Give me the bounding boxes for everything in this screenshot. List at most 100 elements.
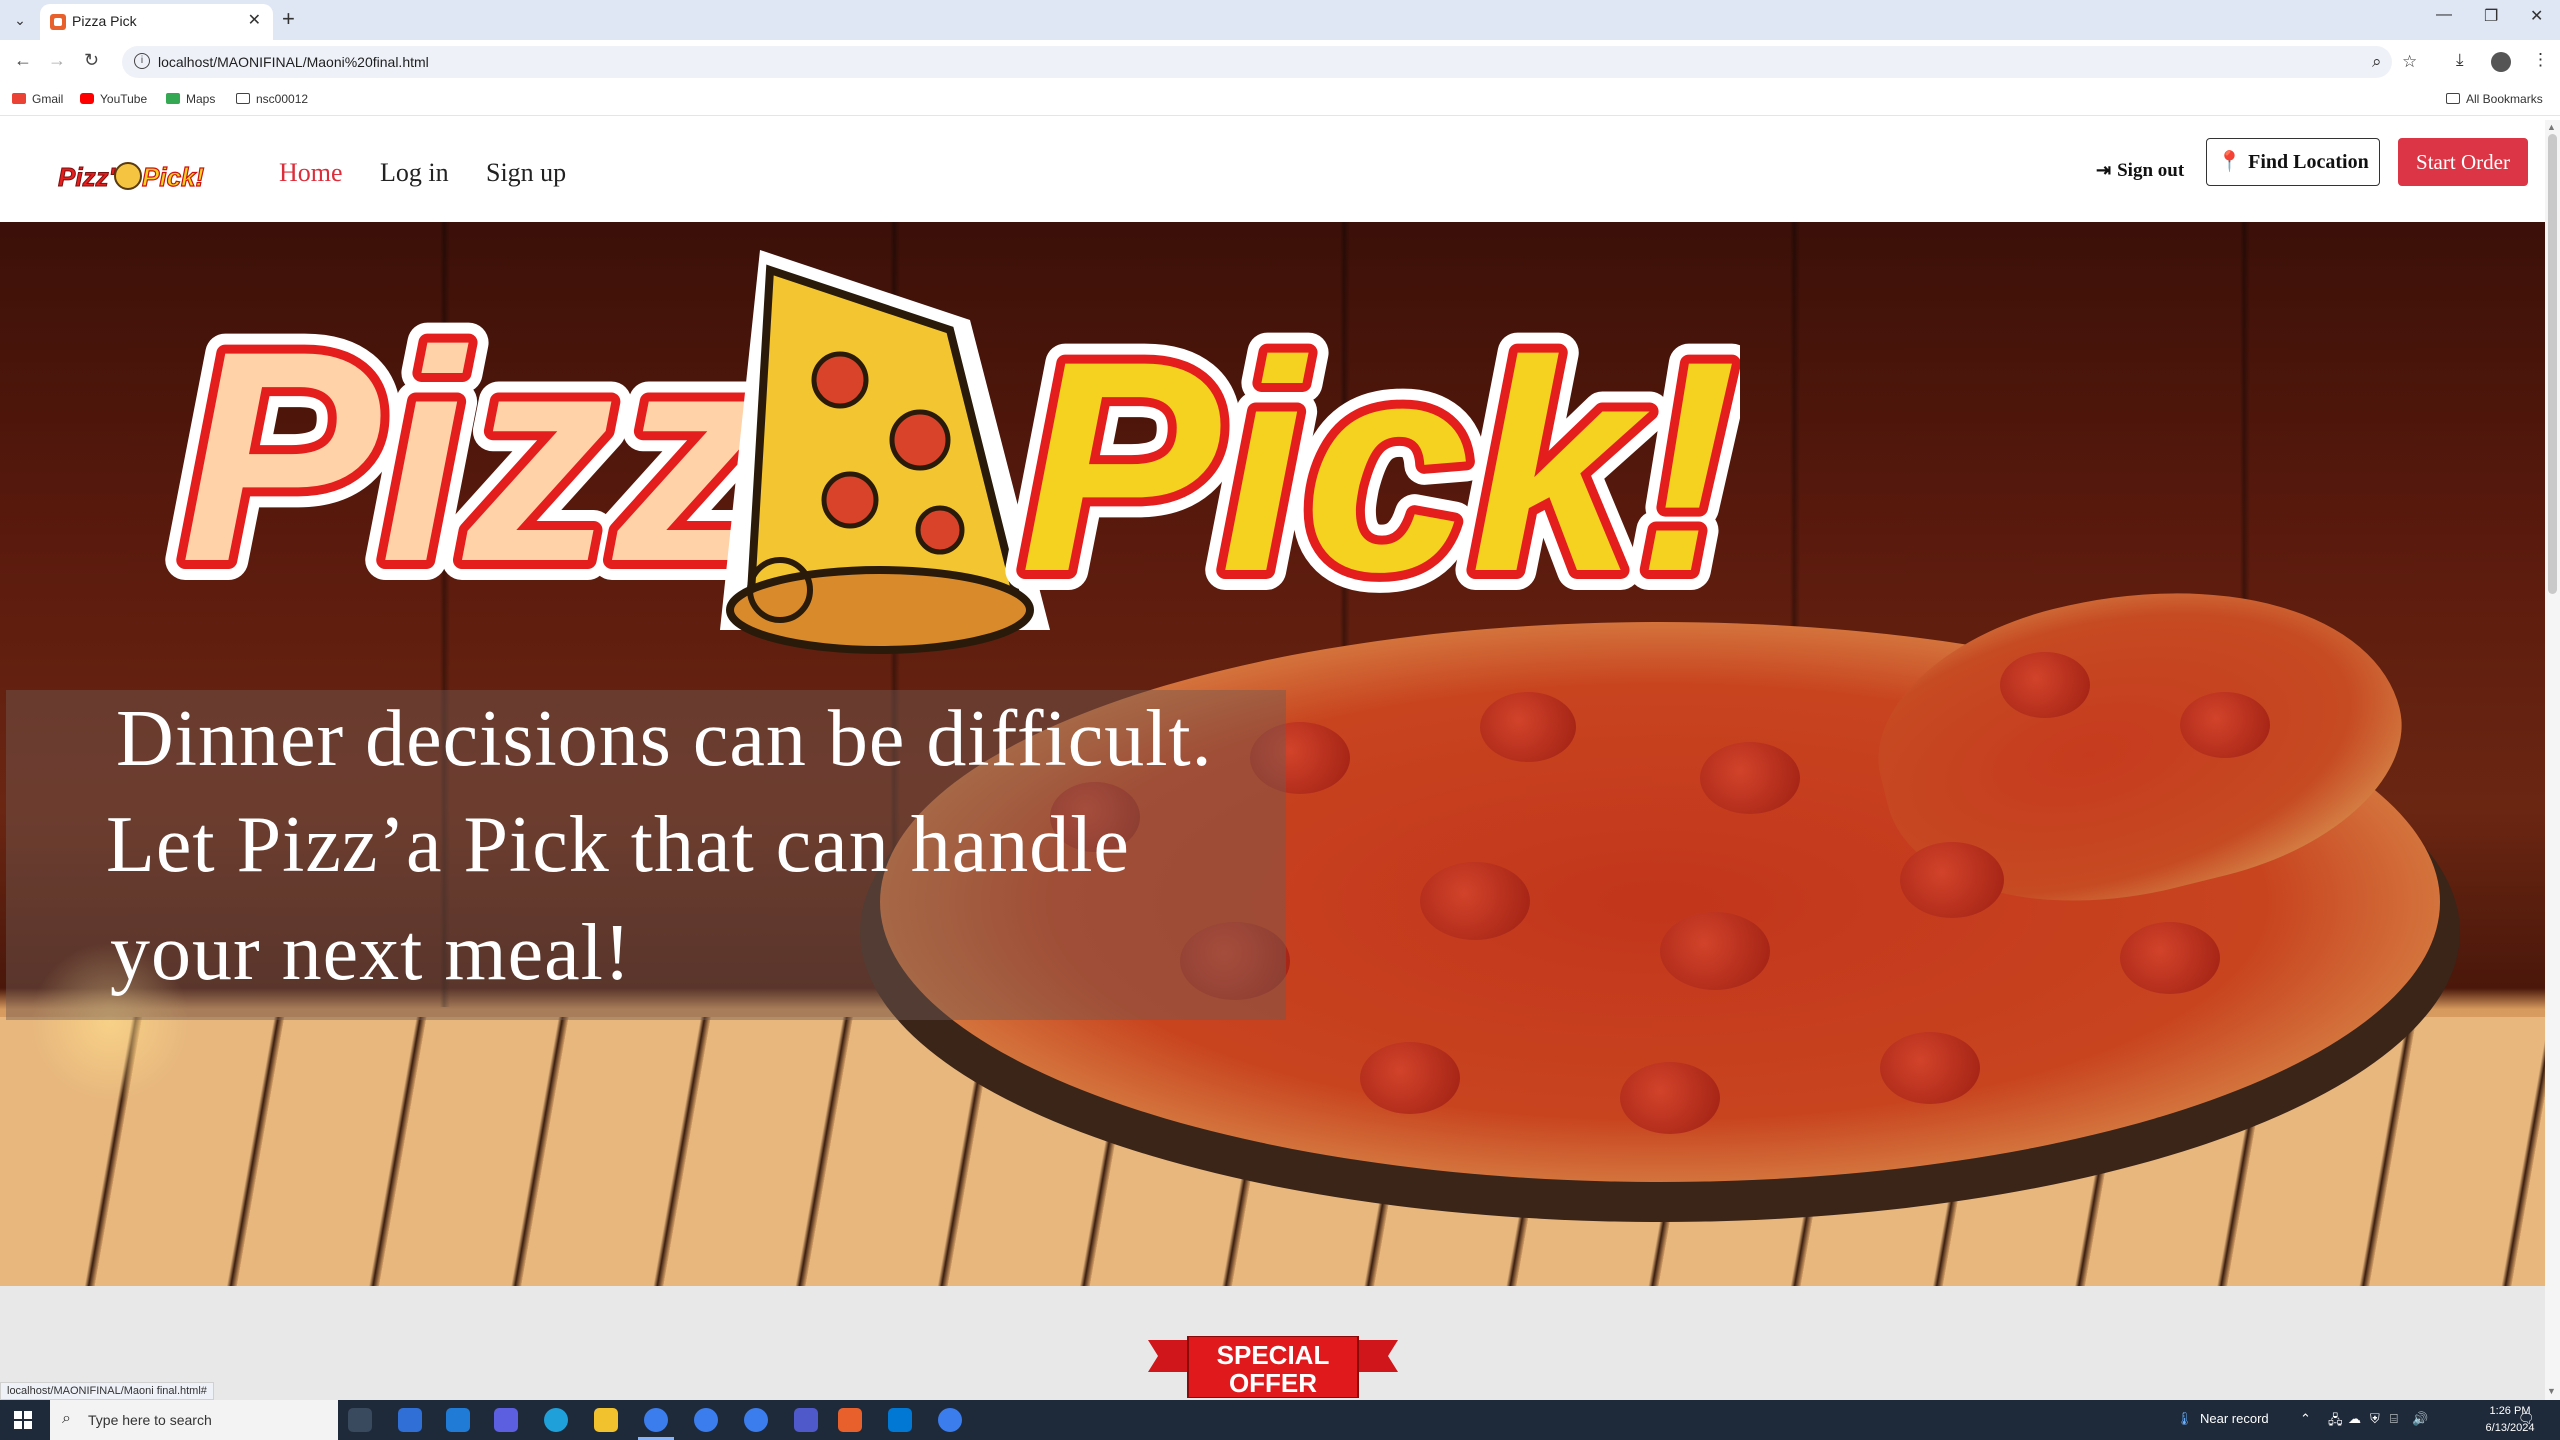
status-bar-url: localhost/MAONIFINAL/Maoni final.html# [0,1382,214,1400]
menu-kebab-icon[interactable]: ⋮ [2532,50,2549,70]
hero-tagline-line-1: Dinner decisions can be difficult. [116,695,1213,783]
bookmark-label: Gmail [32,92,64,106]
pizza-favicon-icon [50,14,66,30]
sign-out-icon: ⇥ [2096,160,2112,180]
address-bar[interactable]: i localhost/MAONIFINAL/Maoni%20final.htm… [122,46,2417,78]
pepperoni [2120,922,2220,994]
app-icon[interactable] [494,1408,518,1432]
svg-text:Pick!: Pick! [1020,298,1737,634]
taskbar-search-placeholder: Type here to search [88,1412,212,1428]
site-navbar: Pizz' Pick! Home Log in Sign up ⇥ Sign ou… [0,120,2545,222]
wifi-icon[interactable]: ⌸ [2390,1411,2398,1427]
nav-login-link[interactable]: Log in [380,158,449,188]
bookmark-folder-nsc[interactable]: nsc00012 [236,92,308,106]
mail-icon[interactable] [446,1408,470,1432]
bookmark-star-icon[interactable]: ☆ [2402,52,2417,72]
pepperoni [1420,862,1530,940]
folder-icon [2446,93,2460,104]
download-icon[interactable]: ⤓ [2456,50,2464,70]
bookmark-youtube[interactable]: YouTube [80,92,147,106]
sign-out-label: Sign out [2117,160,2185,181]
forward-arrow-icon[interactable]: → [48,50,66,71]
store-icon[interactable] [398,1408,422,1432]
all-bookmarks-label: All Bookmarks [2466,92,2543,106]
pepperoni [1660,912,1770,990]
reload-icon[interactable]: ↻ [84,50,99,71]
thermometer-icon: 🌡 [2176,1411,2193,1426]
back-arrow-icon[interactable]: ← [14,50,32,71]
svg-text:Pick!: Pick! [142,162,204,192]
site-info-icon[interactable]: i [134,53,150,69]
tray-chevron-icon[interactable]: ⌃ [2300,1411,2311,1427]
page-scrollbar[interactable]: ▲ ▼ [2545,120,2560,1400]
youtube-icon [80,93,94,104]
pepperoni [1900,842,2004,918]
bookmark-maps[interactable]: Maps [166,92,215,106]
special-offer-section: SPECIAL OFFER [0,1286,2545,1400]
security-icon[interactable]: ⛨ [2370,1411,2380,1427]
nav-home-link[interactable]: Home [279,158,343,188]
sign-out-link[interactable]: ⇥ Sign out [2096,160,2184,182]
scroll-down-icon[interactable]: ▼ [2547,1386,2556,1396]
browser-toolbar: ← → ↻ i localhost/MAONIFINAL/Maoni%20fin… [0,40,2560,84]
notifications-icon[interactable]: 🗨 [2518,1411,2535,1427]
profile-avatar[interactable] [2491,52,2511,72]
volume-icon[interactable]: 🔊 [2412,1411,2428,1427]
network-icon[interactable]: 🖧 [2328,1411,2343,1433]
pepperoni [2180,692,2270,758]
scroll-up-icon[interactable]: ▲ [2547,122,2556,132]
chrome-icon[interactable] [694,1408,718,1432]
all-bookmarks[interactable]: All Bookmarks [2446,92,2543,106]
bookmark-label: nsc00012 [256,92,309,106]
search-icon: ⌕ [62,1410,71,1427]
pepperoni [1360,1042,1460,1114]
find-location-label: Find Location [2248,151,2369,173]
pepperoni [1480,692,1576,762]
webpage: Pizz' Pick! Home Log in Sign up ⇥ Sign ou… [0,120,2545,1400]
bookmark-label: Maps [186,92,216,106]
teams-icon[interactable] [794,1408,818,1432]
brackets-icon[interactable] [838,1408,862,1432]
hero-banner: Pizz' Pizz' Pick! Pick! Dinner decisions… [0,222,2545,1286]
svg-text:Pizz': Pizz' [58,162,116,192]
find-location-button[interactable]: 📍 Find Location [2206,138,2380,186]
chrome-icon[interactable] [744,1408,768,1432]
hero-tagline-box: Dinner decisions can be difficult. Let P… [6,690,1286,1020]
hero-tagline-line-3: your next meal! [110,909,632,997]
zoom-icon[interactable]: ⌕ [2372,52,2382,72]
close-window-icon[interactable]: ✕ [2530,6,2543,26]
hero-tagline-line-2: Let Pizz’a Pick that can handle [106,801,1130,889]
close-tab-icon[interactable]: ✕ [248,10,261,30]
windows-start-icon[interactable] [14,1411,32,1429]
edge-icon[interactable] [544,1408,568,1432]
chrome-icon[interactable] [644,1408,668,1432]
windows-taskbar: ⌕ Type here to search 🌡 Near record ⌃ 🖧 … [0,1400,2560,1440]
folder-icon [236,93,250,104]
gmail-icon [12,93,26,104]
svg-text:OFFER: OFFER [1229,1368,1317,1398]
svg-text:SPECIAL: SPECIAL [1217,1340,1330,1370]
scrollbar-thumb[interactable] [2548,134,2557,594]
weather-text[interactable]: Near record [2200,1411,2269,1426]
browser-tab[interactable]: Pizza Pick ✕ [40,4,273,40]
taskbar-search-box[interactable]: ⌕ Type here to search [50,1400,338,1440]
restore-icon[interactable]: ❐ [2484,6,2498,26]
pizza-pick-logo[interactable]: Pizz' Pick! [56,156,208,196]
cloud-icon[interactable]: ☁ [2348,1411,2361,1427]
start-order-button[interactable]: Start Order [2398,138,2528,186]
pepperoni [2000,652,2090,718]
nav-signup-link[interactable]: Sign up [486,158,566,188]
vscode-icon[interactable] [888,1408,912,1432]
address-url[interactable]: localhost/MAONIFINAL/Maoni%20final.html [158,54,429,70]
bookmark-label: YouTube [100,92,148,106]
special-offer-ribbon: SPECIAL OFFER [1148,1336,1398,1398]
file-explorer-icon[interactable] [594,1408,618,1432]
bookmark-gmail[interactable]: Gmail [12,92,63,106]
new-tab-plus-icon[interactable]: + [282,6,295,32]
chrome-icon[interactable] [938,1408,962,1432]
tab-search-chevron-icon[interactable]: ⌄ [8,8,32,32]
pepperoni [1700,742,1800,814]
minimize-icon[interactable]: — [2436,6,2452,24]
map-pin-icon: 📍 [2217,151,2243,173]
task-view-icon[interactable] [348,1408,372,1432]
